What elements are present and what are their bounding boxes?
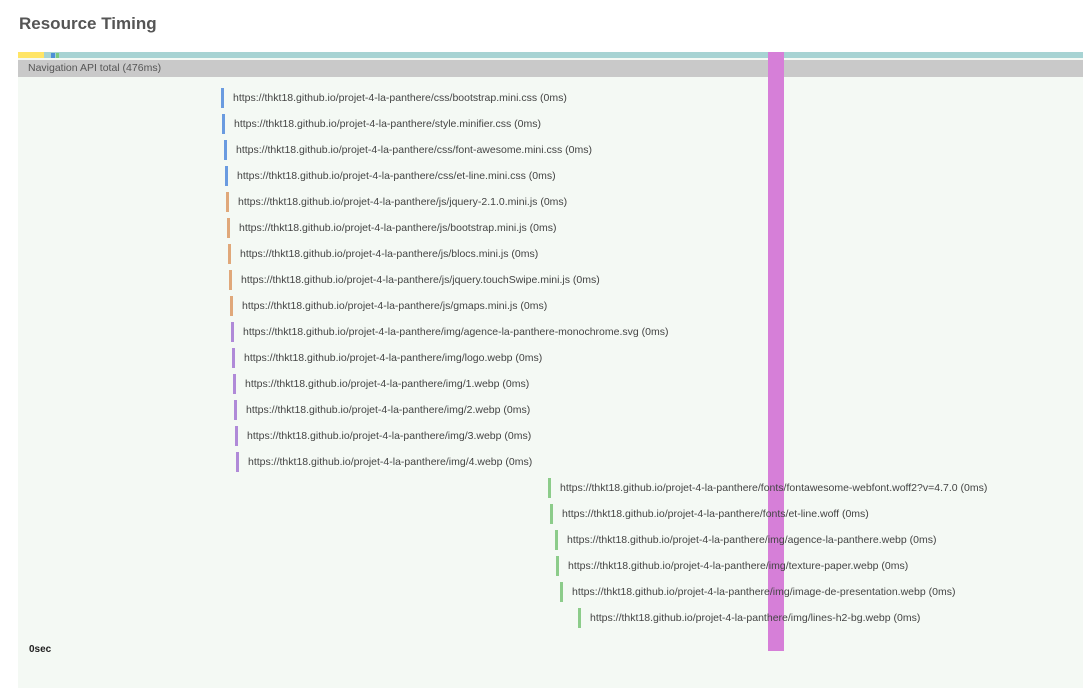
resource-url-label: https://thkt18.github.io/projet-4-la-pan… <box>241 274 600 286</box>
resource-url-label: https://thkt18.github.io/projet-4-la-pan… <box>244 352 543 364</box>
resource-url-label: https://thkt18.github.io/projet-4-la-pan… <box>239 222 557 234</box>
resource-timing-bar <box>221 88 224 108</box>
resource-timing-bar <box>230 296 233 316</box>
resource-url-label: https://thkt18.github.io/projet-4-la-pan… <box>590 612 921 624</box>
resource-url-label: https://thkt18.github.io/projet-4-la-pan… <box>243 326 669 338</box>
resource-url-label: https://thkt18.github.io/projet-4-la-pan… <box>240 248 539 260</box>
resource-url-label: https://thkt18.github.io/projet-4-la-pan… <box>245 378 530 390</box>
resource-url-label: https://thkt18.github.io/projet-4-la-pan… <box>242 300 548 312</box>
resource-timing-waterfall: Navigation API total (476ms) https://thk… <box>18 52 1083 688</box>
resource-timing-bar <box>232 348 235 368</box>
resource-timing-bar <box>231 322 234 342</box>
resource-url-label: https://thkt18.github.io/projet-4-la-pan… <box>560 482 988 494</box>
navigation-total-bar: Navigation API total (476ms) <box>18 60 1083 77</box>
resource-timing-bar <box>236 452 239 472</box>
resource-url-label: https://thkt18.github.io/projet-4-la-pan… <box>234 118 541 130</box>
resource-url-label: https://thkt18.github.io/projet-4-la-pan… <box>567 534 937 546</box>
resource-url-label: https://thkt18.github.io/projet-4-la-pan… <box>238 196 568 208</box>
resource-timing-bar <box>226 192 229 212</box>
resource-url-label: https://thkt18.github.io/projet-4-la-pan… <box>236 144 592 156</box>
resource-timing-bar <box>229 270 232 290</box>
page-title: Resource Timing <box>19 14 157 33</box>
resource-timing-bar <box>233 374 236 394</box>
resource-url-label: https://thkt18.github.io/projet-4-la-pan… <box>572 586 956 598</box>
resource-timing-bar <box>548 478 551 498</box>
resource-timing-bar <box>224 140 227 160</box>
resource-url-label: https://thkt18.github.io/projet-4-la-pan… <box>248 456 533 468</box>
resource-timing-bar <box>556 556 559 576</box>
resource-timing-bar <box>234 400 237 420</box>
overview-segment-blue <box>51 53 55 58</box>
navigation-total-label: Navigation API total (476ms) <box>28 62 162 74</box>
timeline-overview-strip <box>18 52 1083 58</box>
resource-timing-bar <box>227 218 230 238</box>
overview-segment-yellow <box>18 52 44 58</box>
resource-timing-bar <box>560 582 563 602</box>
resource-url-label: https://thkt18.github.io/projet-4-la-pan… <box>247 430 532 442</box>
overview-segment-green <box>56 53 59 58</box>
resource-timing-bar <box>578 608 581 628</box>
resource-url-label: https://thkt18.github.io/projet-4-la-pan… <box>246 404 531 416</box>
resource-url-label: https://thkt18.github.io/projet-4-la-pan… <box>562 508 869 520</box>
resource-timing-bar <box>550 504 553 524</box>
resource-timing-bar <box>222 114 225 134</box>
axis-start-label: 0sec <box>29 644 52 655</box>
resource-timing-bar <box>235 426 238 446</box>
resource-timing-bar <box>225 166 228 186</box>
resource-url-label: https://thkt18.github.io/projet-4-la-pan… <box>233 92 567 104</box>
resource-url-label: https://thkt18.github.io/projet-4-la-pan… <box>568 560 909 572</box>
resource-timing-bar <box>228 244 231 264</box>
resource-url-label: https://thkt18.github.io/projet-4-la-pan… <box>237 170 556 182</box>
resource-timing-bar <box>555 530 558 550</box>
